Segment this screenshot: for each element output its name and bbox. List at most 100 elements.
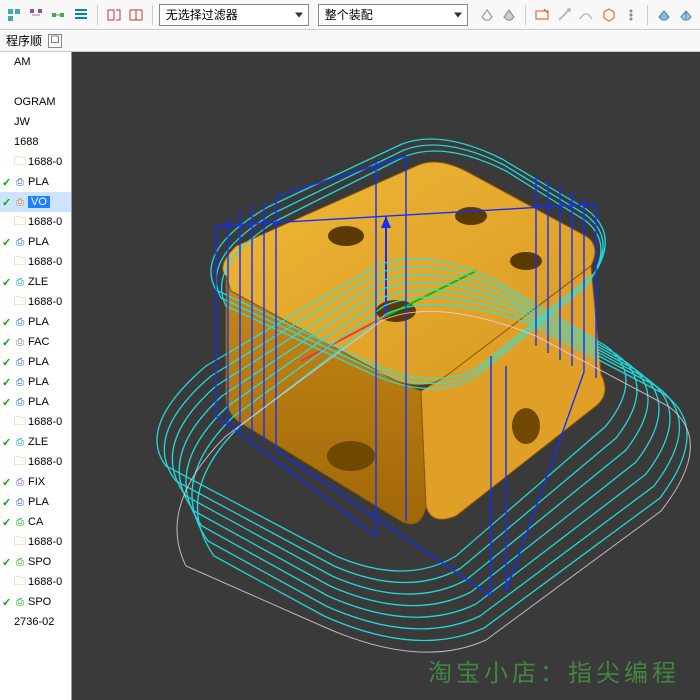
tree-item[interactable]: 🗀1688-0: [0, 252, 71, 272]
toolbar-btn-curve[interactable]: [576, 3, 596, 27]
tree-item[interactable]: ✓⎙ZLE: [0, 432, 71, 452]
toolbar-btn-rect[interactable]: [532, 3, 552, 27]
folder-icon: 🗀: [14, 572, 26, 593]
check-icon: ✓: [2, 596, 12, 609]
toolbar-btn-dots[interactable]: [621, 3, 641, 27]
tree-item-label: ZLE: [28, 436, 48, 448]
tree-item-label: 1688-0: [28, 296, 62, 308]
toolbar-btn-2[interactable]: [26, 3, 46, 27]
operation-icon: ⎙: [14, 316, 26, 328]
check-icon: ✓: [2, 336, 12, 349]
check-icon: ✓: [2, 196, 12, 209]
tree-item[interactable]: ✓⎙ZLE: [0, 272, 71, 292]
operation-icon: ⎙: [14, 476, 26, 488]
folder-icon: 🗀: [14, 152, 26, 173]
check-icon: ✓: [2, 436, 12, 449]
main-toolbar: 无选择过滤器 整个装配: [0, 0, 700, 30]
tree-item-label: PLA: [28, 356, 49, 368]
toolbar-btn-hex[interactable]: [598, 3, 618, 27]
operation-icon: ⎙: [14, 596, 26, 608]
tree-item-label: 1688-0: [28, 256, 62, 268]
toolbar-btn-1[interactable]: [4, 3, 24, 27]
tree-item[interactable]: ✓⎙VO: [0, 192, 71, 212]
tree-item[interactable]: 🗀1688-0: [0, 292, 71, 312]
tree-item[interactable]: ✓⎙FIX: [0, 472, 71, 492]
toolbar-btn-4[interactable]: [71, 3, 91, 27]
tree-item-label: PLA: [28, 236, 49, 248]
tree-item[interactable]: 2736-02: [0, 612, 71, 632]
check-icon: ✓: [2, 276, 12, 289]
check-icon: ✓: [2, 316, 12, 329]
tree-item-label: 1688-0: [28, 536, 62, 548]
toolbar-separator: [647, 5, 648, 25]
tree-header-bar: 程序顺 ☐: [0, 30, 700, 52]
check-icon: ✓: [2, 516, 12, 529]
tree-item[interactable]: ✓⎙FAC: [0, 332, 71, 352]
assembly-select-text: 整个装配: [325, 6, 373, 23]
main-area: AMOGRAMJW1688🗀1688-0✓⎙PLA✓⎙VO🗀1688-0✓⎙PL…: [0, 52, 700, 700]
operation-icon: ⎙: [14, 196, 26, 208]
tree-item-label: FAC: [28, 336, 49, 348]
tree-item-label: ZLE: [28, 276, 48, 288]
toolbar-shade-2[interactable]: [676, 3, 696, 27]
tree-item[interactable]: 🗀1688-0: [0, 212, 71, 232]
tree-header-title: 程序顺: [6, 32, 42, 49]
operation-icon: ⎙: [14, 176, 26, 188]
tree-item-label: 1688: [14, 136, 38, 148]
tree-item-label: OGRAM: [14, 96, 56, 108]
folder-icon: 🗀: [14, 292, 26, 313]
3d-viewport[interactable]: 淘宝小店：指尖编程: [72, 52, 700, 700]
tree-item[interactable]: ✓⎙PLA: [0, 352, 71, 372]
tree-item-label: PLA: [28, 316, 49, 328]
folder-icon: 🗀: [14, 412, 26, 433]
filter-select[interactable]: 无选择过滤器: [159, 4, 309, 26]
tree-close-button[interactable]: ☐: [48, 34, 62, 48]
tree-item[interactable]: ✓⎙SPO: [0, 592, 71, 612]
toolbar-separator: [152, 5, 153, 25]
check-icon: ✓: [2, 356, 12, 369]
toolbar-view-1[interactable]: [477, 3, 497, 27]
tree-item[interactable]: 🗀1688-0: [0, 572, 71, 592]
tree-item[interactable]: ✓⎙PLA: [0, 392, 71, 412]
tree-item[interactable]: ✓⎙PLA: [0, 492, 71, 512]
toolbar-btn-5[interactable]: [104, 3, 124, 27]
operation-icon: ⎙: [14, 516, 26, 528]
tree-item[interactable]: 🗀1688-0: [0, 452, 71, 472]
tree-item[interactable]: JW: [0, 112, 71, 132]
toolpath-render: [76, 66, 696, 686]
tree-item[interactable]: ✓⎙PLA: [0, 232, 71, 252]
tree-item[interactable]: OGRAM: [0, 92, 71, 112]
tree-item-label: 1688-0: [28, 456, 62, 468]
operation-tree[interactable]: AMOGRAMJW1688🗀1688-0✓⎙PLA✓⎙VO🗀1688-0✓⎙PL…: [0, 52, 72, 700]
toolbar-btn-wand[interactable]: [554, 3, 574, 27]
toolbar-separator: [525, 5, 526, 25]
toolbar-separator: [97, 5, 98, 25]
toolbar-btn-3[interactable]: [48, 3, 68, 27]
operation-icon: ⎙: [14, 396, 26, 408]
tree-item[interactable]: [0, 72, 71, 92]
tree-item[interactable]: 🗀1688-0: [0, 152, 71, 172]
tree-item[interactable]: 1688: [0, 132, 71, 152]
tree-item[interactable]: ✓⎙PLA: [0, 172, 71, 192]
toolbar-view-2[interactable]: [499, 3, 519, 27]
check-icon: ✓: [2, 396, 12, 409]
tree-item[interactable]: ✓⎙PLA: [0, 312, 71, 332]
folder-icon: 🗀: [14, 212, 26, 233]
tree-item[interactable]: AM: [0, 52, 71, 72]
tree-item[interactable]: ✓⎙PLA: [0, 372, 71, 392]
tree-item-label: SPO: [28, 556, 51, 568]
tree-item-label: PLA: [28, 176, 49, 188]
check-icon: ✓: [2, 236, 12, 249]
tree-item[interactable]: 🗀1688-0: [0, 532, 71, 552]
operation-icon: ⎙: [14, 556, 26, 568]
tree-item-label: 1688-0: [28, 156, 62, 168]
tree-item[interactable]: 🗀1688-0: [0, 412, 71, 432]
toolbar-btn-6[interactable]: [126, 3, 146, 27]
tree-item[interactable]: ✓⎙CA: [0, 512, 71, 532]
check-icon: ✓: [2, 476, 12, 489]
tree-item[interactable]: ✓⎙SPO: [0, 552, 71, 572]
tree-item-label: CA: [28, 516, 43, 528]
folder-icon: 🗀: [14, 452, 26, 473]
assembly-select[interactable]: 整个装配: [318, 4, 468, 26]
toolbar-shade-1[interactable]: [654, 3, 674, 27]
